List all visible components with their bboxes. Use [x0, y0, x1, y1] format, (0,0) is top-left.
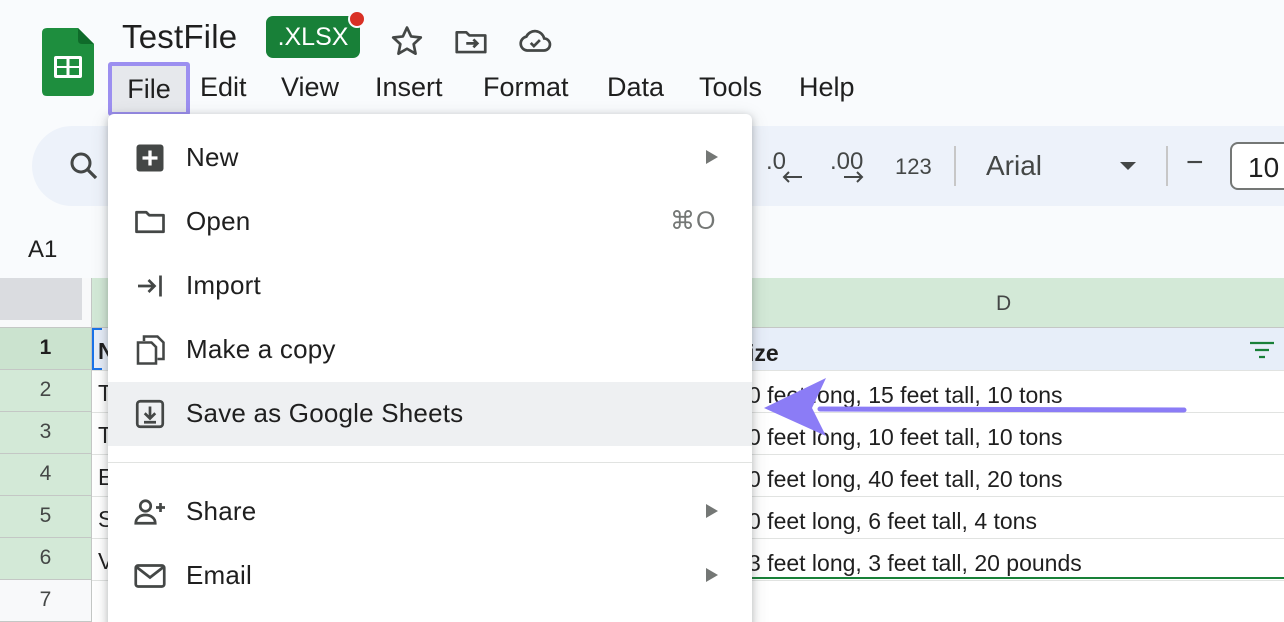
star-icon[interactable]: [388, 22, 426, 60]
menu-tools[interactable]: Tools: [699, 72, 762, 103]
annotation-arrow-icon: [764, 378, 1187, 436]
menu-item-new[interactable]: New: [108, 126, 752, 190]
menu-edit[interactable]: Edit: [200, 72, 247, 103]
menu-help[interactable]: Help: [799, 72, 855, 103]
menu-item-open[interactable]: Open ⌘O: [108, 190, 752, 254]
menu-item-import[interactable]: Import: [108, 254, 752, 318]
save-download-icon: [132, 396, 168, 432]
menu-format[interactable]: Format: [483, 72, 569, 103]
filter-icon[interactable]: [1248, 340, 1276, 360]
menu-item-save-as-google-sheets[interactable]: Save as Google Sheets: [108, 382, 752, 446]
document-title[interactable]: TestFile: [122, 18, 237, 56]
menu-item-label: Import: [186, 270, 261, 300]
font-size-input[interactable]: 10: [1230, 142, 1284, 190]
cell-d5[interactable]: 0 feet long, 6 feet tall, 4 tons: [748, 508, 1037, 535]
dropdown-caret-icon[interactable]: [1118, 160, 1138, 172]
submenu-arrow-icon: [702, 146, 722, 168]
font-size-value: 10: [1248, 152, 1280, 183]
submenu-arrow-icon: [702, 564, 722, 586]
submenu-arrow-icon: [702, 500, 722, 522]
corner-highlight: [0, 278, 82, 320]
decrease-font-size-button[interactable]: −: [1186, 146, 1204, 180]
cell-d1[interactable]: ize: [748, 340, 779, 367]
name-box[interactable]: A1: [28, 236, 57, 264]
menu-item-label: Open: [186, 206, 251, 236]
number-format-button[interactable]: 123: [895, 154, 932, 180]
notification-dot: [348, 10, 366, 28]
search-menus-icon[interactable]: [66, 148, 102, 184]
menu-item-label: Make a copy: [186, 334, 336, 364]
row-header-2[interactable]: 2: [0, 370, 92, 412]
arrow-right-icon: [844, 171, 864, 183]
row-header-7[interactable]: 7: [0, 580, 92, 622]
new-sheet-icon: [132, 140, 168, 176]
cell-d6[interactable]: 3 feet long, 3 feet tall, 20 pounds: [748, 550, 1082, 577]
column-d-header[interactable]: D: [996, 292, 1011, 316]
share-person-icon: [132, 494, 168, 530]
menu-file[interactable]: File: [108, 62, 190, 116]
cloud-saved-icon[interactable]: [516, 22, 554, 60]
menu-item-make-copy[interactable]: Make a copy: [108, 318, 752, 382]
menu-item-email[interactable]: Email: [108, 544, 752, 608]
email-icon: [132, 558, 168, 594]
row-header-4[interactable]: 4: [0, 454, 92, 496]
file-menu-dropdown: New Open ⌘O Import Make a copy Save as G…: [108, 114, 752, 622]
menu-view[interactable]: View: [281, 72, 339, 103]
font-family-select[interactable]: Arial: [986, 150, 1042, 182]
toolbar-divider: [1166, 146, 1168, 186]
filter-range-border: [748, 577, 1284, 579]
menu-insert[interactable]: Insert: [375, 72, 443, 103]
move-folder-icon[interactable]: [452, 22, 490, 60]
menu-divider: [108, 462, 752, 463]
keyboard-shortcut: ⌘O: [670, 207, 717, 235]
folder-icon: [132, 204, 168, 240]
row-header-3[interactable]: 3: [0, 412, 92, 454]
cell-d4[interactable]: 0 feet long, 40 feet tall, 20 tons: [748, 466, 1063, 493]
row-header-6[interactable]: 6: [0, 538, 92, 580]
toolbar-divider: [954, 146, 956, 186]
file-format-badge[interactable]: .XLSX: [266, 16, 360, 58]
row-header-1[interactable]: 1: [0, 328, 92, 370]
menu-item-label: Share: [186, 496, 257, 526]
import-icon: [132, 268, 168, 304]
menu-item-label: Email: [186, 560, 253, 590]
copy-icon: [132, 332, 168, 368]
menu-item-label: New: [186, 142, 239, 172]
arrow-left-icon: [782, 171, 802, 183]
menu-item-share[interactable]: Share: [108, 480, 752, 544]
menu-data[interactable]: Data: [607, 72, 664, 103]
google-sheets-logo-icon[interactable]: [42, 28, 94, 96]
menu-item-label: Save as Google Sheets: [186, 398, 464, 428]
row-header-5[interactable]: 5: [0, 496, 92, 538]
